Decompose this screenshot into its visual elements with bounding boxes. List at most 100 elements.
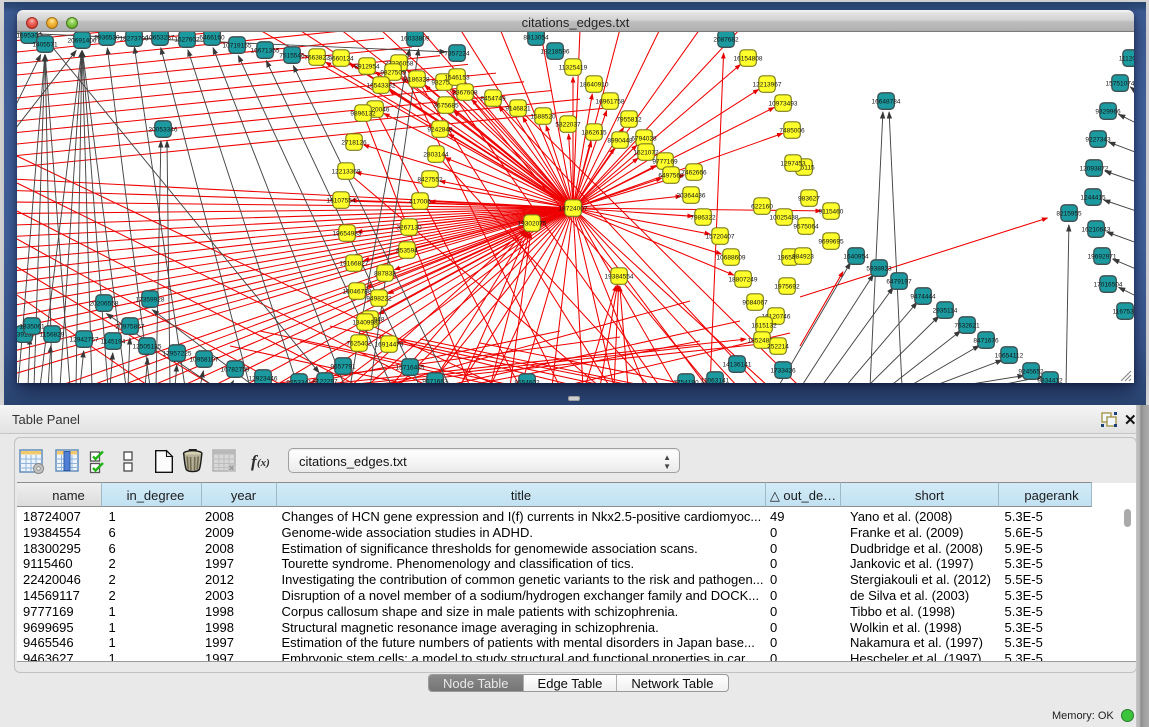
svg-text:16033809: 16033809 (401, 35, 430, 42)
svg-text:8990448: 8990448 (607, 137, 633, 144)
svg-text:9777169: 9777169 (652, 158, 678, 165)
svg-text:1362615: 1362615 (581, 129, 607, 136)
svg-text:7625402: 7625402 (346, 340, 372, 347)
svg-text:8454749: 8454749 (480, 95, 506, 102)
svg-text:10025438: 10025438 (770, 214, 799, 221)
svg-text:417006: 417006 (409, 198, 431, 205)
svg-text:16648784: 16648784 (872, 98, 901, 105)
svg-text:5938923: 5938923 (866, 265, 892, 272)
svg-text:20364436: 20364436 (677, 192, 706, 199)
svg-text:1975692: 1975692 (774, 283, 800, 290)
svg-text:1405571: 1405571 (32, 41, 58, 48)
svg-text:20691406: 20691406 (68, 37, 97, 44)
svg-text:6466160: 6466160 (199, 34, 225, 41)
svg-text:19692971: 19692971 (1088, 253, 1117, 260)
svg-text:9227343: 9227343 (1085, 136, 1111, 143)
svg-text:622160: 622160 (751, 203, 773, 210)
svg-text:10973493: 10973493 (769, 100, 798, 107)
svg-text:18724007: 18724007 (559, 205, 588, 212)
svg-text:9253341: 9253341 (286, 379, 312, 383)
svg-text:887833: 887833 (374, 270, 396, 277)
svg-text:18807249: 18807249 (729, 276, 758, 283)
svg-text:8813054: 8813054 (523, 34, 549, 41)
svg-text:9936530: 9936530 (94, 34, 120, 41)
svg-text:10654112: 10654112 (995, 352, 1024, 359)
svg-text:2367608: 2367608 (452, 89, 478, 96)
svg-text:1546153: 1546153 (444, 74, 470, 81)
svg-text:12093872: 12093872 (1080, 165, 1109, 172)
svg-text:12213967: 12213967 (753, 81, 782, 88)
svg-text:8215955: 8215955 (1056, 210, 1082, 217)
svg-text:9329966: 9329966 (1095, 108, 1121, 115)
svg-text:11063141: 11063141 (701, 377, 730, 383)
svg-text:10958107: 10958107 (190, 356, 219, 363)
svg-text:5322037: 5322037 (555, 121, 581, 128)
svg-text:9242848: 9242848 (427, 126, 453, 133)
svg-text:1733426: 1733426 (770, 367, 796, 374)
svg-text:984923: 984923 (792, 253, 814, 260)
svg-text:7357224: 7357224 (444, 50, 470, 57)
svg-text:15751074: 15751074 (1106, 80, 1134, 87)
svg-text:1340998: 1340998 (352, 319, 378, 326)
svg-text:853594: 853594 (396, 247, 418, 254)
svg-text:7515546: 7515546 (279, 52, 305, 59)
svg-text:1167537: 1167537 (1113, 308, 1134, 315)
svg-text:1145194: 1145194 (101, 338, 126, 345)
svg-text:2087682: 2087682 (713, 36, 739, 43)
svg-text:7632621: 7632621 (954, 322, 980, 329)
svg-text:15716485: 15716485 (396, 364, 425, 371)
svg-text:3675685: 3675685 (433, 102, 459, 109)
svg-text:7955812: 7955812 (616, 116, 642, 123)
svg-text:16782759: 16782759 (221, 366, 250, 373)
svg-text:9896132: 9896132 (350, 110, 376, 117)
svg-text:19302075: 19302075 (518, 220, 547, 227)
svg-text:16543382: 16543382 (367, 82, 396, 89)
svg-text:8554602: 8554602 (514, 379, 540, 383)
svg-text:1621072: 1621072 (633, 149, 659, 156)
svg-text:1244415: 1244415 (1080, 194, 1106, 201)
svg-text:20053346: 20053346 (149, 126, 178, 133)
svg-text:8122297: 8122297 (312, 378, 338, 383)
svg-text:14136141: 14136141 (723, 361, 752, 368)
svg-text:(x): (x) (257, 457, 270, 469)
svg-text:17359928: 17359928 (136, 296, 165, 303)
svg-text:17016504: 17016504 (1094, 281, 1123, 288)
svg-text:19384554: 19384554 (605, 273, 634, 280)
svg-text:983627: 983627 (798, 195, 820, 202)
svg-text:9660124: 9660124 (328, 55, 354, 62)
svg-text:1297453: 1297453 (780, 160, 806, 167)
svg-text:11325419: 11325419 (559, 64, 588, 71)
svg-text:9657791: 9657791 (330, 363, 356, 370)
svg-text:8912954: 8912954 (354, 63, 380, 70)
svg-text:2935114: 2935114 (933, 307, 958, 314)
svg-text:9071663: 9071663 (422, 378, 448, 383)
svg-text:8427552: 8427552 (417, 176, 443, 183)
svg-text:17957225: 17957225 (163, 350, 192, 357)
svg-text:9498222: 9498222 (366, 295, 392, 302)
svg-text:18640910: 18640910 (580, 81, 609, 88)
svg-text:3267130: 3267130 (396, 224, 422, 231)
svg-text:1527602: 1527602 (174, 36, 200, 43)
svg-text:10046788: 10046788 (343, 288, 372, 295)
svg-text:9699695: 9699695 (818, 238, 844, 245)
svg-text:16671355: 16671355 (251, 47, 280, 54)
svg-text:12505135: 12505135 (133, 343, 162, 350)
svg-text:16154808: 16154808 (734, 55, 763, 62)
svg-text:9084067: 9084067 (742, 299, 768, 306)
svg-text:9575064: 9575064 (793, 223, 819, 230)
svg-text:8186328: 8186328 (404, 76, 430, 83)
svg-text:15720407: 15720407 (706, 233, 735, 240)
svg-text:1640954: 1640954 (843, 253, 869, 260)
svg-text:7754190: 7754190 (673, 379, 699, 383)
svg-text:16914479: 16914479 (375, 341, 404, 348)
svg-text:16961758: 16961758 (596, 98, 625, 105)
svg-text:1112045: 1112045 (1119, 55, 1134, 62)
svg-text:19166827: 19166827 (340, 260, 369, 267)
svg-text:1156829: 1156829 (40, 331, 65, 338)
svg-text:12213369: 12213369 (332, 168, 361, 175)
svg-text:9115460: 9115460 (819, 208, 844, 215)
svg-text:6794028: 6794028 (631, 135, 657, 142)
svg-text:7485006: 7485006 (779, 127, 805, 134)
svg-text:12923446: 12923446 (249, 375, 278, 382)
svg-text:8471676: 8471676 (973, 337, 999, 344)
